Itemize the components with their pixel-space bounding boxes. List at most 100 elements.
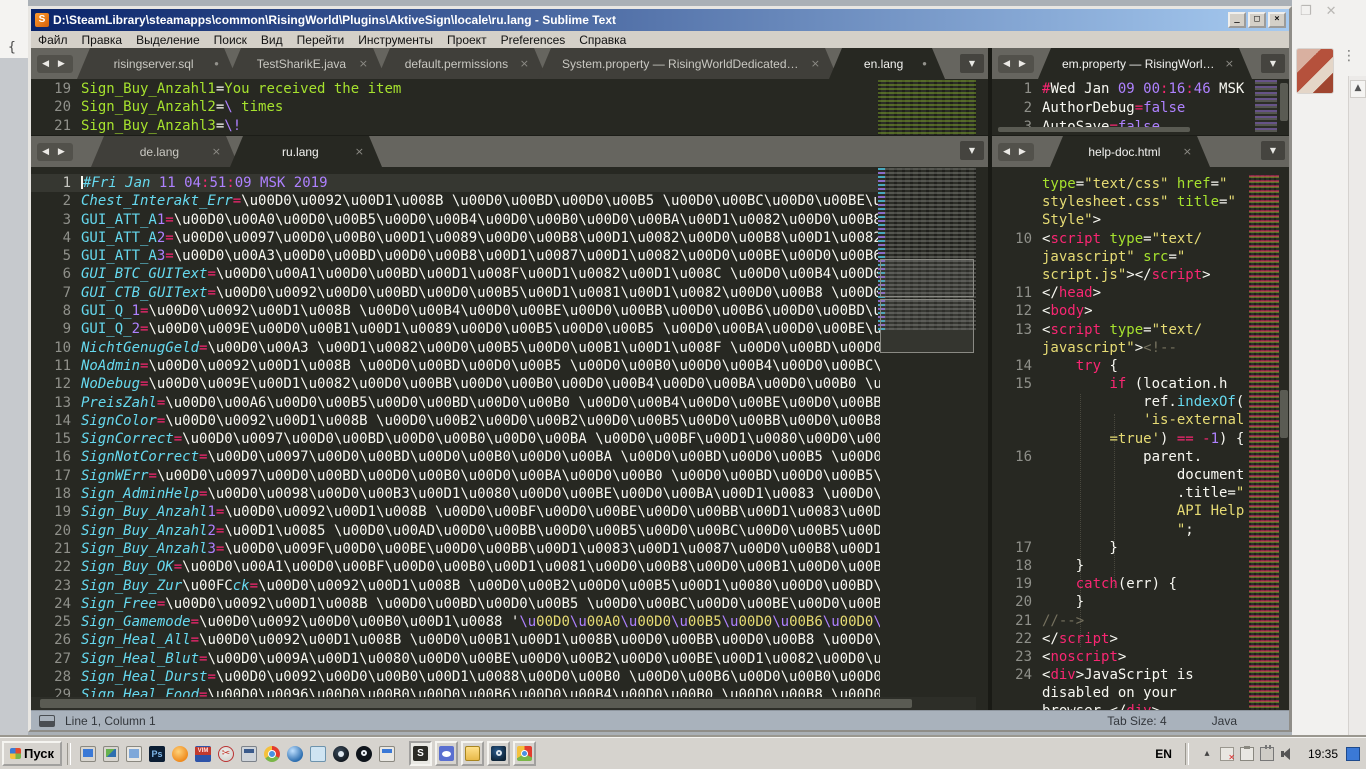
taskbar-button-chrome[interactable] [513, 741, 536, 766]
tab-de.lang[interactable]: de.lang × [91, 136, 239, 167]
console-icon[interactable] [39, 715, 55, 727]
calculator-icon[interactable] [241, 746, 257, 762]
minimap[interactable] [1249, 175, 1279, 710]
scrollbar-thumb[interactable] [998, 127, 1190, 132]
display-properties-icon[interactable] [103, 746, 119, 762]
vertical-scrollbar[interactable] [1279, 175, 1289, 710]
line-number: 6 [31, 265, 71, 283]
show-desktop-icon[interactable] [1346, 747, 1360, 761]
code-view-ru-lang[interactable]: 1#Fri Jan 11 04:51:09 MSK 20192Chest_Int… [31, 174, 880, 697]
steam-icon[interactable] [333, 746, 349, 762]
minimap[interactable] [878, 168, 976, 330]
pane-divider[interactable] [988, 48, 992, 710]
scrollbar-thumb[interactable] [1280, 83, 1288, 121]
horizontal-scrollbar[interactable] [31, 697, 976, 710]
tab-ru.lang[interactable]: ru.lang× [230, 136, 382, 167]
tab-scroll-arrows-icon[interactable]: ◀ ▶ [998, 143, 1034, 161]
my-computer-icon[interactable] [80, 746, 96, 762]
tab-overflow-dropdown-icon[interactable]: ▼ [1261, 54, 1285, 73]
tab-label: de.lang [115, 145, 204, 159]
menu-item-Выделение[interactable]: Выделение [129, 33, 207, 47]
minimize-button[interactable]: _ [1228, 12, 1246, 28]
taskbar-button-steam[interactable] [487, 741, 510, 766]
network-disabled-icon[interactable] [1220, 747, 1234, 761]
minimap[interactable] [1255, 80, 1277, 132]
menu-item-Файл[interactable]: Файл [31, 33, 75, 47]
tab-scroll-arrows-icon[interactable]: ◀ ▶ [37, 143, 73, 161]
code-view-help-doc[interactable]: type="text/css" href="stylesheet.css" ti… [992, 175, 1247, 710]
tab-risingserver.sql[interactable]: risingserver.sql● [77, 48, 237, 79]
cube-app-icon[interactable] [310, 746, 326, 762]
pane-main[interactable]: ◀ ▶ de.lang×ru.lang× ▼ 1#Fri Jan 11 04:5… [31, 135, 988, 710]
chrome-icon[interactable] [264, 746, 280, 762]
tab-overflow-dropdown-icon[interactable]: ▼ [960, 141, 984, 160]
hidden-icons-arrow[interactable] [1200, 747, 1214, 761]
tab-close-icon[interactable]: × [520, 57, 529, 70]
tab-scroll-arrows-icon[interactable]: ◀ ▶ [37, 55, 73, 73]
vim-icon[interactable] [195, 746, 211, 762]
menu-item-Preferences[interactable]: Preferences [494, 33, 573, 47]
code-view-en-lang[interactable]: 19Sign_Buy_Anzahl1=You received the item… [31, 80, 880, 135]
title-bar[interactable]: S D:\SteamLibrary\steamapps\common\Risin… [31, 9, 1289, 31]
vertical-scrollbar[interactable] [1279, 79, 1289, 125]
tab-default.permissions[interactable]: default.permissions× [377, 48, 547, 79]
tab-em.property — RisingWorld\...\config[interactable]: em.property — RisingWorld\...\config× [1038, 48, 1252, 79]
kebab-menu-icon[interactable]: ⋮ [1342, 52, 1352, 61]
tab-close-icon[interactable]: × [1183, 145, 1192, 158]
tab-System.property — RisingWorldDedicatedServer\...\config[interactable]: System.property — RisingWorldDedicatedSe… [538, 48, 838, 79]
menu-item-Поиск[interactable]: Поиск [207, 33, 254, 47]
start-button[interactable]: Пуск [2, 741, 62, 766]
tab-en.lang[interactable]: en.lang● [829, 48, 945, 79]
recorder-tool-icon[interactable] [218, 746, 234, 762]
browser-orb-icon[interactable] [287, 746, 303, 762]
media-app-icon[interactable] [172, 746, 188, 762]
minimap[interactable] [878, 80, 976, 135]
clock[interactable]: 19:35 [1300, 747, 1346, 761]
menu-item-Инструменты[interactable]: Инструменты [351, 33, 440, 47]
scrollbar-thumb[interactable] [40, 699, 912, 708]
steam-circle-icon[interactable] [356, 746, 372, 762]
pane-bottom-right[interactable]: ◀ ▶ help-doc.html× ▼ type="text/css" hre… [992, 135, 1289, 710]
taskbar-button-discord[interactable] [435, 741, 458, 766]
code-line: 16SignNotCorrect=\u00D0\u0097\u00D0\u00B… [31, 448, 880, 466]
tab-scroll-arrows-icon[interactable]: ◀ ▶ [998, 55, 1034, 73]
minimap-viewport[interactable] [880, 299, 974, 353]
tab-close-icon[interactable]: × [1225, 57, 1234, 70]
tab-close-icon[interactable]: × [355, 145, 364, 158]
quick-launch-bar: Ps [80, 746, 395, 762]
tab-overflow-dropdown-icon[interactable]: ▼ [1261, 141, 1285, 160]
volume-icon[interactable] [1280, 747, 1294, 761]
remote-desktop-icon[interactable] [126, 746, 142, 762]
tab-size-indicator[interactable]: Tab Size: 4 [1107, 714, 1166, 728]
scroll-up-icon[interactable]: ▲ [1350, 80, 1366, 98]
menu-item-Перейти[interactable]: Перейти [290, 33, 352, 47]
menu-item-Справка[interactable]: Справка [572, 33, 633, 47]
tab-close-icon[interactable]: × [811, 57, 820, 70]
menu-item-Проект[interactable]: Проект [440, 33, 494, 47]
maximize-button[interactable]: □ [1248, 12, 1266, 28]
language-indicator[interactable]: EN [1147, 747, 1180, 761]
close-button[interactable]: × [1268, 12, 1286, 28]
tab-close-icon[interactable]: × [212, 145, 221, 158]
syntax-indicator[interactable]: Java [1212, 714, 1237, 728]
plug-device-icon[interactable] [1260, 747, 1274, 761]
tab-help-doc.html[interactable]: help-doc.html× [1050, 136, 1210, 167]
clipboard-icon[interactable] [1240, 747, 1254, 761]
code-line: 21Sign_Buy_Anzahl3=\u00D0\u009F\u00D0\u0… [31, 540, 880, 558]
tab-close-icon[interactable]: × [359, 57, 368, 70]
menu-item-Правка[interactable]: Правка [75, 33, 130, 47]
pane-top-right[interactable]: ◀ ▶ em.property — RisingWorld\...\config… [992, 48, 1289, 135]
tab-TestSharikE.java[interactable]: TestSharikE.java× [228, 48, 386, 79]
background-scrollbar[interactable]: ▲ [1348, 76, 1366, 737]
taskbar-button-folder[interactable] [461, 741, 484, 766]
menu-item-Вид[interactable]: Вид [254, 33, 290, 47]
taskbar-button-sublime[interactable]: S [409, 741, 432, 766]
pane-top-left[interactable]: ◀ ▶ risingserver.sql●TestSharikE.java×de… [31, 48, 988, 135]
horizontal-scrollbar[interactable] [996, 125, 1257, 134]
minimap-viewport[interactable] [880, 259, 974, 297]
scrollbar-thumb[interactable] [1280, 390, 1288, 438]
restore-icon: ❐ [1300, 4, 1312, 19]
explorer-window-icon[interactable] [379, 746, 395, 762]
photoshop-icon[interactable]: Ps [149, 746, 165, 762]
tab-overflow-dropdown-icon[interactable]: ▼ [960, 54, 984, 73]
